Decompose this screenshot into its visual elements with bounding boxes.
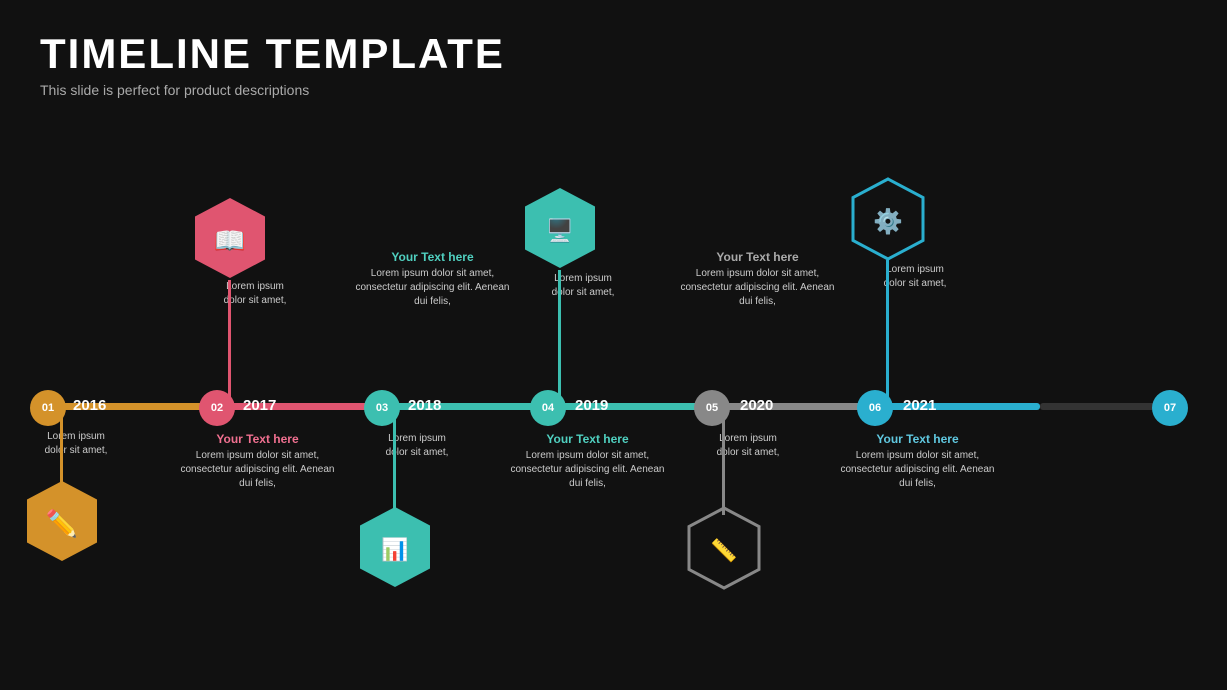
body-above-02: Lorem ipsumdolor sit amet, (180, 280, 330, 308)
body-below-03: Lorem ipsumdolor sit amet, (342, 432, 492, 460)
segment-red (215, 403, 380, 410)
slide-subtitle: This slide is perfect for product descri… (40, 82, 505, 98)
text-above-05: Your Text here Lorem ipsum dolor sit ame… (675, 250, 840, 309)
segment-teal2 (545, 403, 710, 410)
timeline-area: 01 2016 ✏️ Lorem ipsumdolor sit amet, 02… (0, 160, 1227, 690)
text-below-01: Lorem ipsumdolor sit amet, (6, 430, 146, 458)
hex-05: 📏 (686, 505, 762, 596)
circle-07: 07 (1152, 390, 1188, 426)
body-above-04: Lorem ipsumdolor sit amet, (508, 272, 658, 300)
text-above-02: Lorem ipsumdolor sit amet, (180, 280, 330, 308)
circle-01: 01 (30, 390, 66, 426)
body-below-04: Lorem ipsum dolor sit amet, consectetur … (505, 449, 670, 491)
vline-03-down (393, 407, 396, 512)
year-2020: 2020 (740, 397, 773, 414)
circle-04: 04 (530, 390, 566, 426)
text-below-03: Lorem ipsumdolor sit amet, (342, 432, 492, 460)
text-above-04: Lorem ipsumdolor sit amet, (508, 272, 658, 300)
body-below-06: Lorem ipsum dolor sit amet, consectetur … (835, 449, 1000, 491)
text-below-06: Your Text here Lorem ipsum dolor sit ame… (835, 432, 1000, 491)
year-2018: 2018 (408, 397, 441, 414)
circle-05: 05 (694, 390, 730, 426)
hex-01: ✏️ (24, 478, 100, 569)
hex-06: ⚙️ (850, 176, 926, 267)
body-below-05: Lorem ipsumdolor sit amet, (673, 432, 823, 460)
title-above-05: Your Text here (675, 250, 840, 264)
body-below-01: Lorem ipsumdolor sit amet, (6, 430, 146, 458)
year-2019: 2019 (575, 397, 608, 414)
hex-02: 📖 (192, 195, 268, 286)
body-below-02: Lorem ipsum dolor sit amet, consectetur … (175, 449, 340, 491)
hex-03: 📊 (357, 504, 433, 595)
title-below-06: Your Text here (835, 432, 1000, 446)
year-2016: 2016 (73, 397, 106, 414)
circle-06: 06 (857, 390, 893, 426)
vline-05-down (722, 407, 725, 515)
segment-blue (875, 403, 1040, 410)
year-2017: 2017 (243, 397, 276, 414)
title-below-04: Your Text here (505, 432, 670, 446)
header: TIMELINE TEMPLATE This slide is perfect … (40, 30, 505, 98)
vline-04-up (558, 270, 561, 403)
hex-04: 🖥️ (522, 185, 598, 276)
text-below-02: Your Text here Lorem ipsum dolor sit ame… (175, 432, 340, 491)
body-above-06: Lorem ipsumdolor sit amet, (840, 263, 990, 291)
text-below-04: Your Text here Lorem ipsum dolor sit ame… (505, 432, 670, 491)
title-above-03: Your Text here (350, 250, 515, 264)
year-2021: 2021 (903, 397, 936, 414)
circle-03: 03 (364, 390, 400, 426)
segment-gray (710, 403, 875, 410)
text-below-05: Lorem ipsumdolor sit amet, (673, 432, 823, 460)
text-above-03: Your Text here Lorem ipsum dolor sit ame… (350, 250, 515, 309)
segment-teal1 (380, 403, 545, 410)
body-above-05: Lorem ipsum dolor sit amet, consectetur … (675, 267, 840, 309)
vline-02-up (228, 280, 231, 403)
slide-container: TIMELINE TEMPLATE This slide is perfect … (0, 0, 1227, 690)
vline-06-up (886, 260, 889, 403)
slide-title: TIMELINE TEMPLATE (40, 30, 505, 78)
circle-02: 02 (199, 390, 235, 426)
text-above-06: Lorem ipsumdolor sit amet, (840, 263, 990, 291)
title-below-02: Your Text here (175, 432, 340, 446)
body-above-03: Lorem ipsum dolor sit amet, consectetur … (350, 267, 515, 309)
